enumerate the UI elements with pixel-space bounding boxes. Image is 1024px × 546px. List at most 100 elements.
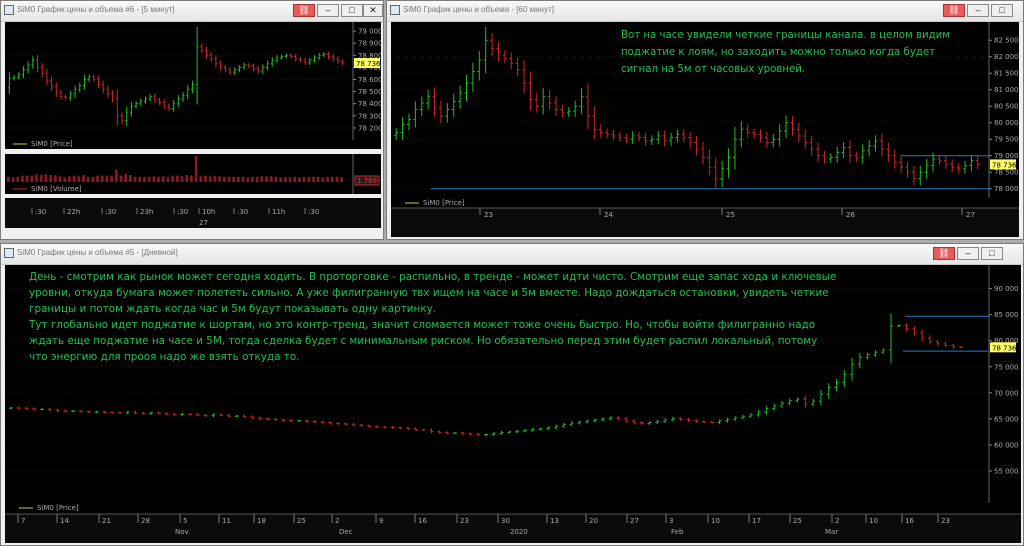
volume-chart[interactable]: SiM0 [Volume] 1 769 (5, 154, 381, 194)
maximize-button[interactable]: □ (341, 4, 363, 17)
time-tick-label: 25 (726, 211, 735, 219)
price-legend: SiM0 [Price] (37, 504, 79, 512)
link-button[interactable]: ⛓ (933, 247, 955, 260)
volume-bar (110, 175, 113, 182)
last-price: 78 736 (356, 60, 381, 68)
volume-bar (72, 175, 76, 182)
last-price: 78 736 (992, 161, 1017, 169)
volume-bar (241, 176, 245, 182)
minimize-button[interactable]: – (317, 4, 339, 17)
chart-window-daily[interactable]: SiM0 График цены и объема #5 - [Дневной]… (0, 243, 1024, 546)
price-tick-label: 78 500 (358, 88, 381, 96)
volume-bar (255, 176, 259, 182)
volume-bar (283, 177, 287, 182)
time-tick-label: 27 (966, 211, 975, 219)
volume-bar (157, 176, 160, 182)
price-tick-label: 90 000 (994, 285, 1019, 293)
close-button[interactable]: ✕ (363, 4, 383, 17)
volume-bar (143, 176, 146, 182)
price-tick-label: 79 000 (994, 152, 1019, 160)
price-tick-label: 82 000 (994, 53, 1019, 61)
volume-bar (321, 177, 325, 182)
volume-bar (44, 174, 48, 182)
volume-bar (307, 176, 311, 182)
volume-bar (63, 177, 67, 182)
price-tick-label: 82 500 (994, 37, 1019, 45)
chart-window-60min[interactable]: SiM0 График цены и объема - [60 минут] ⛓… (386, 0, 1024, 240)
volume-bar (260, 176, 264, 182)
price-pane[interactable]: 79 00078 90078 80078 70078 60078 50078 4… (5, 22, 381, 149)
link-button[interactable]: ⛓ (943, 4, 965, 17)
time-tick-label: :30 (105, 208, 116, 216)
volume-bar (180, 176, 184, 182)
window-title: SiM0 График цены и объема - [60 минут] (403, 5, 554, 14)
time-tick-label: 23 (941, 517, 950, 525)
price-tick-label: 79 000 (358, 28, 381, 36)
volume-bar (227, 176, 231, 182)
price-tick-label: 78 000 (994, 185, 1019, 193)
price-tick-label: 78 200 (358, 124, 381, 132)
volume-bar (82, 175, 85, 182)
minimize-button[interactable]: – (957, 247, 979, 260)
time-tick-label: 23 (460, 517, 469, 525)
volume-bar (58, 176, 62, 182)
price-tick-label: 79 500 (994, 136, 1019, 144)
volume-bar (30, 175, 34, 182)
price-tick-label: 60 000 (994, 441, 1019, 449)
month-label: 2020 (510, 528, 528, 536)
price-chart[interactable]: 79 00078 90078 80078 70078 60078 50078 4… (5, 22, 381, 149)
chart-annotation: День - смотрим как рынок может сегодня х… (29, 271, 837, 363)
volume-bar (161, 176, 165, 182)
time-tick-label: 13 (550, 517, 559, 525)
time-tick-label: :30 (35, 208, 46, 216)
volume-bar (194, 156, 198, 182)
time-tick-label: 2 (835, 517, 839, 525)
volume-bar (53, 175, 57, 182)
time-tick-label: 25 (793, 517, 802, 525)
time-tick-label: 21 (102, 517, 111, 525)
volume-bar (279, 177, 282, 182)
time-tick-label: 30 (501, 517, 510, 525)
time-tick-label: 18 (257, 517, 266, 525)
volume-bar (222, 176, 226, 182)
price-tick-label: 55 000 (994, 467, 1019, 475)
volume-bar (199, 176, 203, 182)
price-legend: SiM0 [Price] (423, 199, 465, 207)
time-tick-label: 26 (846, 211, 855, 219)
price-tick-label: 78 600 (358, 76, 381, 84)
window-icon (390, 5, 400, 15)
volume-bar (232, 176, 236, 182)
maximize-button[interactable]: □ (981, 247, 1003, 260)
window-titlebar[interactable]: SiM0 График цены и объема #5 - [Дневной]… (1, 244, 1023, 265)
volume-bar (16, 176, 20, 182)
volume-bar (330, 176, 334, 182)
volume-legend: SiM0 [Volume] (31, 185, 82, 193)
volume-bar (119, 175, 123, 182)
last-volume: 1 769 (357, 177, 377, 185)
price-tick-label: 80 000 (994, 119, 1019, 127)
last-price: 78 736 (992, 344, 1017, 352)
volume-bar (288, 177, 292, 182)
time-tick-label: 2 (335, 517, 339, 525)
chart-window-5min[interactable]: SiM0 График цены и объема #6 - [5 минут]… (0, 0, 384, 240)
link-button[interactable]: ⛓ (293, 4, 315, 17)
price-tick-label: 85 000 (994, 311, 1019, 319)
volume-bar (302, 176, 306, 182)
price-tick-label: 70 000 (994, 389, 1019, 397)
window-titlebar[interactable]: SiM0 График цены и объема #6 - [5 минут]… (1, 1, 383, 22)
volume-bar (96, 175, 99, 182)
month-label: Nov (175, 528, 189, 536)
month-label: Feb (671, 528, 684, 536)
time-tick-label: 5 (183, 517, 187, 525)
volume-bar (246, 177, 250, 182)
volume-bar (176, 175, 179, 182)
window-titlebar[interactable]: SiM0 График цены и объема - [60 минут] ⛓… (387, 1, 1023, 22)
price-pane[interactable]: 82 500 82 000 81 500 81 000 80 500 80 000 79 5… (391, 22, 1019, 237)
time-tick-label: :30 (237, 208, 248, 216)
volume-bar (35, 174, 38, 182)
volume-pane[interactable]: SiM0 [Volume] 1 769 (5, 154, 381, 194)
price-pane[interactable]: 90 000 85 000 80 000 75 000 70 000 65 000 60 0… (5, 265, 1021, 543)
time-axis[interactable]: :30 22h:30 23h:30 10h:30 11h:30 27 (5, 198, 381, 228)
maximize-button[interactable]: □ (991, 4, 1013, 17)
minimize-button[interactable]: – (967, 4, 989, 17)
